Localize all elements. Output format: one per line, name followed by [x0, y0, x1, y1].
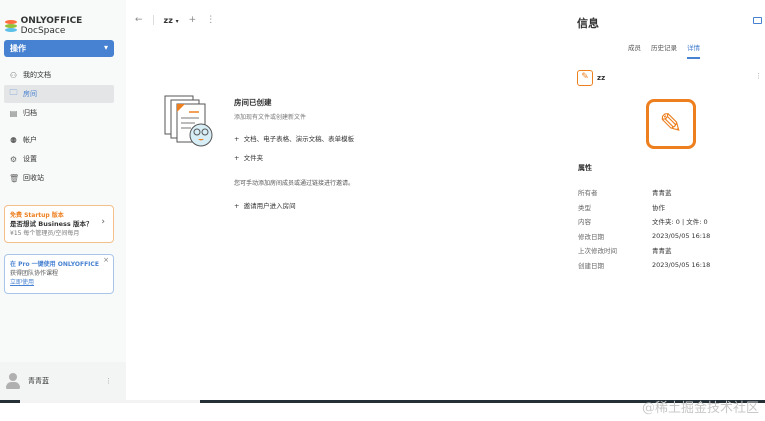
more-icon[interactable]: ⋮: [105, 377, 112, 385]
properties-title: 属性: [578, 164, 592, 172]
room-name: zz: [597, 74, 606, 82]
sidebar-item-rooms[interactable]: 🗀 房间: [4, 85, 114, 103]
property-key: 内容: [578, 218, 591, 227]
create-folder-label: 文件夹: [243, 154, 264, 162]
property-row: 类型 协作: [578, 200, 710, 215]
property-key: 上次修改时间: [578, 247, 617, 256]
sidebar-item-label: 帐户: [23, 136, 37, 144]
plus-icon: +: [234, 202, 240, 210]
pro-card[interactable]: 在 Pro 一键使用 ONLYOFFICE 获得团队协作课程 立即使用 ×: [4, 254, 114, 294]
sidebar-item-label: 设置: [23, 155, 37, 163]
room-title-text: zz: [163, 15, 173, 25]
archive-icon: ▤: [9, 108, 18, 118]
property-value: 协作: [652, 203, 665, 212]
empty-hint: 您可手动添加房间成员或通过链接进行邀请。: [234, 180, 355, 187]
sidebar-item-my-documents[interactable]: ⚇ 我的文档: [4, 66, 114, 84]
room-large-icon: ✎: [646, 99, 696, 149]
sidebar-item-archive[interactable]: ▤ 归档: [4, 104, 114, 122]
pro-desc: 获得团队协作课程: [10, 270, 59, 277]
property-value: 文件夹: 0 | 文件: 0: [652, 218, 708, 227]
property-value: 2023/05/05 16:18: [652, 260, 711, 269]
info-tabs: 成员 历史记录 详情: [628, 42, 700, 59]
promo-tag: 免费 Startup 版本: [10, 212, 64, 219]
caret-down-icon: ▾: [103, 43, 108, 52]
sidebar-item-label: 回收站: [23, 174, 44, 182]
invite-users-link[interactable]: + 邀请用户进入房间: [234, 200, 434, 210]
room-title[interactable]: zz ▾: [164, 16, 179, 25]
folder-icon: 🗀: [9, 88, 18, 97]
user-icon: ⚇: [9, 70, 18, 80]
empty-title: 房间已创建: [234, 98, 272, 107]
divider: [152, 15, 154, 25]
empty-subtitle: 添加现有文件或创建新文件: [234, 114, 307, 121]
logo-text: DocSpace: [20, 26, 66, 36]
tab-details[interactable]: 详情: [687, 42, 700, 59]
logo-text-bold: ONLYOFFICE: [20, 16, 83, 26]
sidebar-item-settings[interactable]: ⚙ 设置: [4, 150, 114, 168]
property-row: 内容 文件夹: 0 | 文件: 0: [578, 214, 710, 229]
sidebar-item-trash[interactable]: 🗑 回收站: [4, 169, 114, 187]
toggle-panel-icon[interactable]: [753, 17, 762, 24]
actions-button[interactable]: 操作 ▾: [4, 40, 114, 57]
caret-down-icon: ▾: [175, 17, 179, 25]
user-profile[interactable]: 青青蓝 ⋮: [0, 362, 126, 400]
create-folder-link[interactable]: + 文件夹: [234, 152, 434, 162]
pro-link[interactable]: 立即使用: [10, 278, 108, 287]
properties-list: 所有者 青青蓝 类型 协作 内容 文件夹: 0 | 文件: 0 修改日期 2023/05…: [578, 185, 710, 272]
property-row: 修改日期 2023/05/05 16:18: [578, 229, 710, 244]
promo-title: 是否想试 Business 版本？: [10, 220, 93, 228]
sidebar-item-label: 房间: [23, 90, 37, 98]
property-value: 青青蓝: [652, 189, 672, 198]
property-row: 创建日期 2023/05/05 16:18: [578, 258, 710, 273]
sidebar: ONLYOFFICE DocSpace 操作 ▾ ⚇ 我的文档 🗀 房间 ▤ 归档 ⚉ 帐…: [0, 0, 126, 400]
pro-title: 在 Pro 一键使用 ONLYOFFICE: [10, 261, 99, 268]
watermark: @稀土掘金技术社区: [641, 401, 759, 416]
more-icon[interactable]: ⋮: [755, 72, 762, 80]
plus-icon: +: [234, 154, 240, 162]
create-documents-label: 文档、电子表格、演示文稿、表单模板: [243, 135, 355, 143]
sidebar-item-label: 归档: [23, 109, 37, 117]
property-key: 所有者: [578, 189, 598, 198]
property-key: 修改日期: [578, 232, 604, 241]
sidebar-item-label: 我的文档: [23, 71, 51, 79]
accounts-icon: ⚉: [9, 135, 18, 145]
back-arrow-icon[interactable]: ←: [135, 15, 143, 25]
plus-icon: +: [234, 135, 240, 143]
property-value: 青青蓝: [652, 247, 672, 256]
property-key: 类型: [578, 203, 591, 212]
tab-members[interactable]: 成员: [628, 42, 641, 59]
logo[interactable]: ONLYOFFICE DocSpace: [5, 16, 126, 36]
close-icon[interactable]: ×: [103, 256, 109, 265]
logo-icon: [5, 20, 17, 32]
promo-desc: ¥15 每个管理员/空间每月: [10, 230, 80, 237]
trash-icon: 🗑: [9, 173, 20, 183]
promo-card[interactable]: 免费 Startup 版本 是否想试 Business 版本？ ¥15 每个管理…: [4, 205, 114, 243]
gear-icon: ⚙: [9, 154, 18, 164]
user-name: 青青蓝: [28, 377, 49, 385]
sidebar-item-accounts[interactable]: ⚉ 帐户: [4, 131, 114, 149]
chevron-right-icon: ›: [101, 217, 105, 227]
avatar: [6, 373, 20, 389]
info-panel: 信息 成员 历史记录 详情 ✎ zz ⋮ ✎ 属性 所有者 青青蓝 类型 协作 内容…: [570, 0, 765, 400]
plus-icon[interactable]: +: [189, 15, 197, 25]
property-key: 创建日期: [578, 261, 604, 270]
room-icon: ✎: [577, 70, 593, 86]
property-row: 所有者 青青蓝: [578, 185, 710, 200]
property-row: 上次修改时间 青青蓝: [578, 243, 710, 258]
tab-history[interactable]: 历史记录: [651, 42, 677, 59]
property-value: 2023/05/05 16:18: [652, 231, 711, 240]
header: ← zz ▾ + ⋮: [135, 15, 215, 25]
more-icon[interactable]: ⋮: [206, 15, 215, 25]
invite-users-label: 邀请用户进入房间: [243, 202, 296, 210]
empty-room-illustration: [164, 95, 213, 147]
create-documents-link[interactable]: + 文档、电子表格、演示文稿、表单模板: [234, 133, 434, 143]
info-title: 信息: [577, 17, 599, 30]
actions-label: 操作: [10, 44, 26, 53]
